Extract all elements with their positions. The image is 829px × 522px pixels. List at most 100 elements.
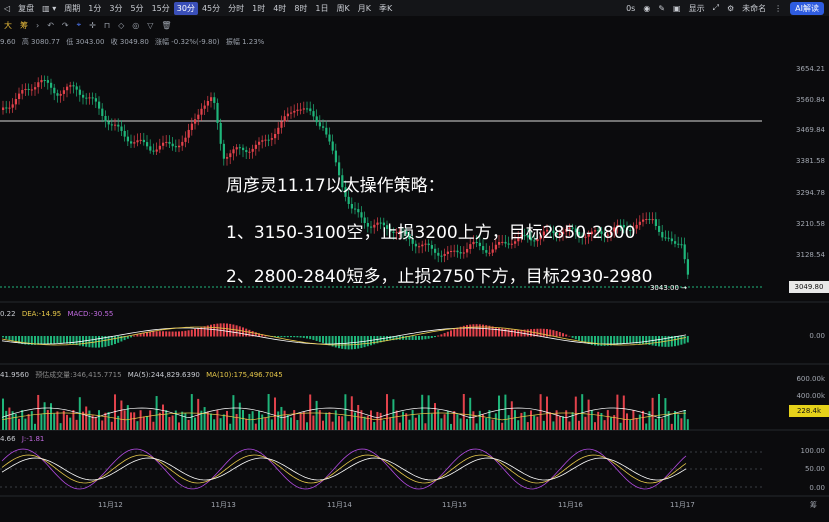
volume-bar	[293, 410, 296, 430]
volume-bar	[30, 411, 33, 430]
candle-body	[306, 108, 309, 110]
volume-bar	[603, 420, 606, 430]
macd-bar	[283, 336, 286, 338]
candle-body	[155, 149, 158, 152]
kdj-axis-label: 50.00	[804, 465, 825, 473]
macd-bar	[565, 334, 568, 337]
candle-body	[101, 108, 104, 116]
macd-bar	[149, 331, 152, 337]
macd-bar	[43, 336, 46, 345]
price-axis-label: 3560.84	[796, 96, 825, 104]
volume-bar	[395, 410, 398, 430]
candle-body	[350, 203, 353, 209]
macd-bar	[430, 336, 433, 338]
candle-body	[69, 85, 72, 87]
macd-bar	[341, 336, 344, 349]
volume-bar	[568, 421, 571, 430]
macd-bar	[498, 327, 500, 337]
volume-bar	[459, 418, 462, 430]
candle-body	[98, 101, 101, 109]
macd-bar	[117, 336, 120, 343]
macd-bar	[222, 323, 225, 337]
volume-bar	[75, 419, 78, 430]
volume-bar	[392, 399, 395, 430]
candle-body	[267, 139, 270, 141]
volume-bar	[155, 396, 158, 430]
price-chart[interactable]	[0, 0, 829, 522]
macd-bar	[2, 336, 4, 338]
volume-bar	[194, 417, 196, 430]
macd-bar	[427, 336, 430, 339]
volume-bar	[517, 420, 520, 430]
macd-bar	[469, 324, 472, 337]
price-axis-label: 3128.54	[796, 251, 825, 259]
macd-bar	[203, 326, 206, 337]
volume-bar	[386, 394, 388, 430]
volume-bar	[254, 423, 257, 430]
candle-body	[75, 86, 78, 90]
volume-axis-label: 600.00k	[796, 375, 825, 383]
candle-body	[347, 196, 350, 204]
candle-body	[453, 250, 456, 252]
volume-bar	[642, 410, 644, 430]
macd-bar	[507, 329, 510, 337]
volume-bar	[584, 416, 587, 430]
candle-body	[72, 85, 75, 87]
volume-bar	[88, 410, 91, 430]
volume-bar	[581, 394, 584, 430]
macd-bar	[158, 331, 161, 337]
candle-body	[434, 248, 437, 253]
volume-bar	[43, 402, 46, 430]
candle-body	[264, 139, 267, 141]
candle-body	[354, 208, 357, 210]
volume-bar	[427, 395, 430, 430]
macd-bar	[581, 336, 584, 342]
volume-bar	[370, 410, 372, 430]
candle-body	[642, 219, 645, 222]
volume-bar	[331, 421, 334, 430]
volume-bar	[526, 422, 529, 430]
volume-bar	[226, 410, 228, 430]
volume-bar	[171, 415, 174, 430]
macd-bar	[312, 336, 315, 340]
volume-bar	[414, 417, 417, 430]
macd-bar	[482, 324, 484, 337]
candle-body	[190, 123, 193, 130]
volume-bar	[632, 410, 635, 430]
macd-bar	[162, 331, 164, 337]
volume-bar	[24, 418, 27, 430]
candle-body	[414, 243, 417, 247]
volume-bar	[229, 423, 232, 430]
macd-bar	[232, 324, 235, 337]
macd-bar	[466, 325, 468, 337]
candle-body	[437, 252, 440, 256]
candle-body	[152, 150, 155, 152]
volume-bar	[40, 414, 43, 430]
volume-bar	[181, 411, 184, 430]
volume-bar	[264, 418, 267, 430]
macd-bar	[514, 329, 516, 337]
date-label: 11月13	[211, 501, 236, 509]
candle-body	[178, 145, 181, 148]
macd-bar	[616, 336, 619, 345]
candle-body	[8, 107, 11, 109]
candle-body	[245, 150, 248, 153]
macd-bar	[171, 331, 174, 337]
macd-bar	[56, 336, 59, 344]
volume-bar	[107, 412, 110, 430]
candle-body	[14, 99, 17, 105]
volume-bar	[549, 412, 552, 430]
volume-bar	[184, 413, 187, 430]
candle-body	[683, 244, 686, 260]
macd-bar	[136, 334, 139, 337]
kdj-axis-label: 0.00	[809, 484, 825, 492]
macd-bar	[62, 336, 65, 344]
candle-body	[24, 88, 27, 91]
candle-body	[222, 143, 225, 159]
macd-bar	[338, 336, 340, 349]
volume-bar	[610, 417, 612, 430]
volume-bar	[149, 410, 152, 430]
candle-body	[491, 249, 494, 253]
corner-label: 筹	[810, 501, 817, 509]
macd-bar	[456, 327, 459, 337]
